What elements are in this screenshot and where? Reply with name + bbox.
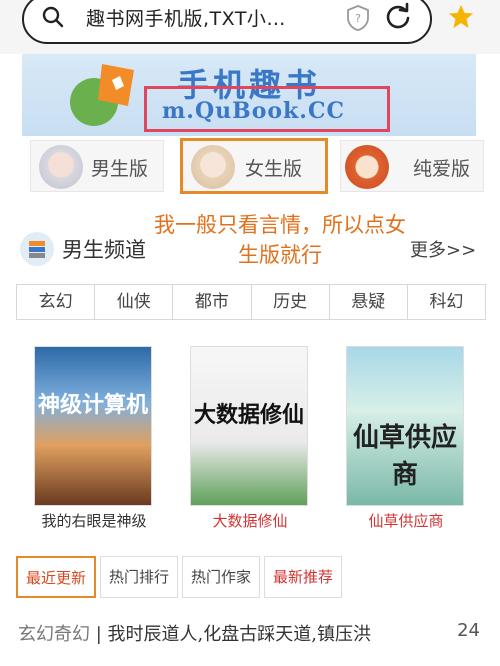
handwritten-note: 我一般只看言情，所以点女生版就行 (154, 213, 406, 267)
genre-item[interactable]: 历史 (252, 285, 330, 319)
pure-love-avatar (345, 145, 389, 189)
url-text[interactable]: 趣书网手机版,TXT小… (86, 4, 286, 31)
tab-girl-version[interactable]: 女生版 (180, 138, 328, 194)
book-title[interactable]: 大数据修仙 (170, 510, 330, 531)
genre-item[interactable]: 悬疑 (330, 285, 408, 319)
tab-label: 男生版 (91, 158, 149, 180)
genre-item[interactable]: 玄幻 (17, 285, 96, 319)
genre-item[interactable]: 都市 (173, 285, 252, 319)
books-icon (20, 232, 54, 266)
tab-label: 女生版 (245, 158, 303, 180)
tab-hot-ranking[interactable]: 热门排行 (100, 556, 179, 598)
more-link[interactable]: 更多>> (410, 236, 476, 262)
list-number: 24 (457, 620, 480, 641)
ranking-tabs: 最近更新 热门排行 热门作家 最新推荐 (16, 556, 346, 598)
cover-title: 仙草供应商 (352, 423, 457, 490)
book-cover[interactable]: 大数据修仙 (190, 346, 308, 506)
book-cover[interactable]: 仙草供应商 (346, 346, 464, 506)
logo-icon (70, 64, 134, 126)
book-cover[interactable]: 神级计算机 (34, 346, 152, 506)
site-domain: m.QuBook.CC (162, 98, 345, 124)
tab-boy-version[interactable]: 男生版 (30, 140, 164, 192)
shield-icon[interactable]: ? (346, 4, 370, 32)
section-title: 男生频道 (62, 238, 146, 262)
list-separator: | (90, 624, 108, 645)
browser-toolbar: 趣书网手机版,TXT小… ? (0, 0, 500, 54)
tab-new-recommend[interactable]: 最新推荐 (264, 556, 343, 598)
cover-title: 大数据修仙 (193, 402, 304, 428)
list-item[interactable]: 玄幻奇幻 | 我时辰道人,化盘古踩天道,镇压洪 24 (18, 620, 488, 650)
svg-text:?: ? (355, 12, 361, 25)
address-bar[interactable]: 趣书网手机版,TXT小… ? (22, 0, 432, 44)
list-title[interactable]: 我时辰道人,化盘古踩天道,镇压洪 (108, 624, 371, 645)
tab-pure-love-version[interactable]: 纯爱版 (340, 140, 484, 192)
tab-hot-authors[interactable]: 热门作家 (182, 556, 261, 598)
genre-bar: 玄幻 仙侠 都市 历史 悬疑 科幻 (16, 284, 486, 320)
search-icon (42, 6, 64, 28)
book-title[interactable]: 我的右眼是神级 (14, 510, 174, 531)
genre-item[interactable]: 仙侠 (95, 285, 174, 319)
site-banner[interactable]: 手机趣书 m.QuBook.CC (22, 54, 476, 136)
tab-label: 纯爱版 (413, 158, 471, 180)
cover-title: 神级计算机 (37, 392, 148, 418)
boy-avatar (39, 145, 83, 189)
girl-avatar (191, 145, 235, 189)
star-icon[interactable] (447, 3, 475, 31)
tab-latest-updates[interactable]: 最近更新 (16, 556, 97, 598)
reload-icon[interactable] (384, 2, 412, 30)
genre-item[interactable]: 科幻 (408, 285, 485, 319)
book-title[interactable]: 仙草供应商 (326, 510, 486, 531)
list-category[interactable]: 玄幻奇幻 (18, 624, 90, 645)
